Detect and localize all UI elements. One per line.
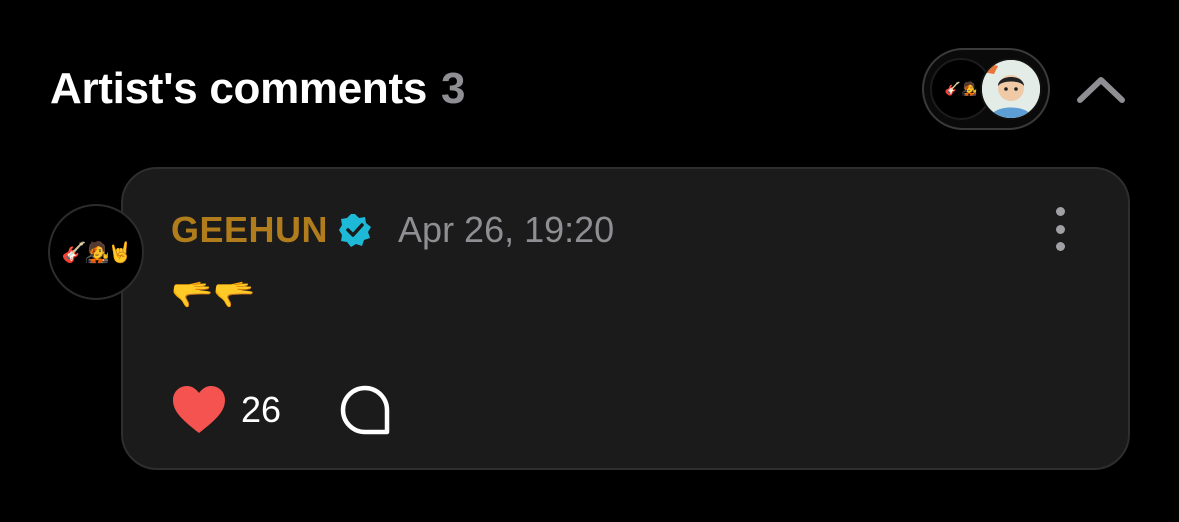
comment-timestamp: Apr 26, 19:20 xyxy=(398,209,615,250)
comment-card: GEEHUN Apr 26, 19:20 🫳🫳 26 xyxy=(121,167,1130,470)
comment-actions: 26 xyxy=(171,383,391,437)
author-name[interactable]: GEEHUN xyxy=(171,209,328,251)
comment-count: 3 xyxy=(441,64,466,113)
section-header: Artist's comments 3 xyxy=(50,64,466,114)
comment-bubble-icon[interactable] xyxy=(339,384,391,436)
like-count: 26 xyxy=(241,389,282,430)
artist-avatar-stack[interactable]: 🎸🧑‍🎤 xyxy=(922,48,1050,130)
comment-text: 🫳🫳 xyxy=(171,276,256,314)
more-vertical-icon xyxy=(1055,207,1065,216)
heart-icon[interactable] xyxy=(171,385,227,435)
verified-badge-icon xyxy=(339,214,372,247)
comment-author-avatar[interactable]: 🎸🧑‍🎤🤘 xyxy=(48,204,144,300)
artist-avatar-photo xyxy=(980,58,1042,120)
more-options-button[interactable] xyxy=(1043,207,1077,251)
comment-meta: GEEHUN Apr 26, 19:20 xyxy=(171,209,614,251)
collapse-button[interactable] xyxy=(1072,70,1130,110)
chevron-up-icon xyxy=(1077,77,1125,103)
artist-comments-section: Artist's comments 3 🎸🧑‍🎤 GEEHUN xyxy=(0,0,1179,522)
section-title: Artist's comments xyxy=(50,64,428,113)
